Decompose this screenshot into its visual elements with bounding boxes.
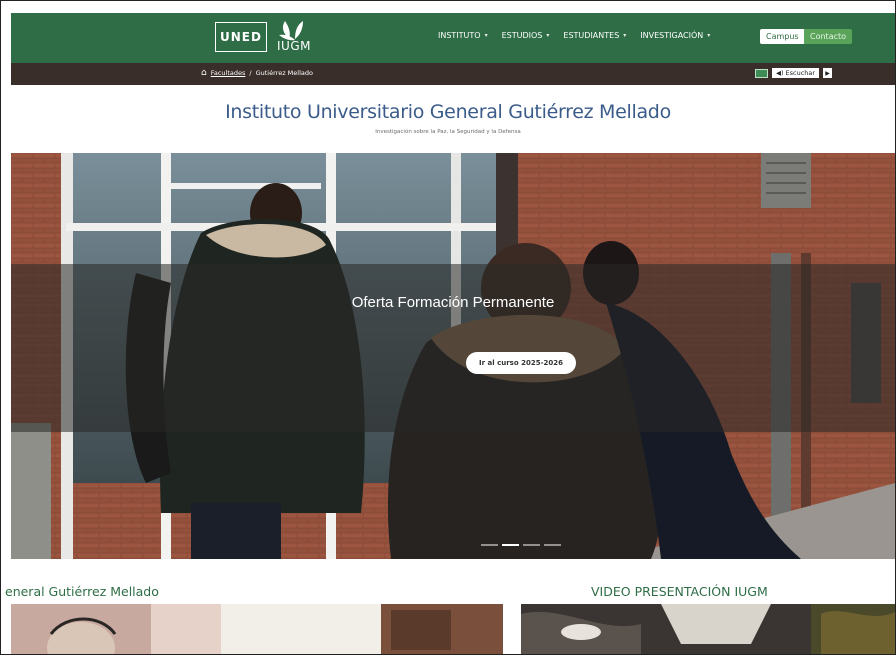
carousel-indicators — [481, 544, 561, 546]
nav-item-label: ESTUDIOS — [501, 31, 543, 40]
nav-item-label: INSTITUTO — [438, 31, 481, 40]
home-icon[interactable]: ⌂ — [201, 69, 207, 78]
readspeaker-widget: ◀) Escuchar ▶ — [755, 68, 833, 78]
nav-item-label: INVESTIGACIÓN — [640, 31, 704, 40]
page-title: Instituto Universitario General Gutiérre… — [225, 101, 671, 123]
breadcrumb: ⌂ Facultades / Gutiérrez Mellado — [201, 69, 313, 78]
section-heading-video: VIDEO PRESENTACIÓN IUGM — [591, 584, 768, 599]
nav-item-instituto[interactable]: INSTITUTO ▾ — [438, 31, 488, 40]
breadcrumb-link-facultades[interactable]: Facultades — [211, 69, 246, 77]
chevron-down-icon: ▾ — [484, 32, 488, 39]
video-thumbnail[interactable] — [521, 604, 895, 654]
hero-title: Oferta Formación Permanente — [351, 294, 555, 311]
iugm-logo-text[interactable]: IUGM — [277, 39, 311, 53]
listen-button[interactable]: ◀) Escuchar — [772, 68, 820, 78]
page-subtitle: Investigación sobre la Paz, la Seguridad… — [375, 129, 521, 135]
director-photo[interactable] — [11, 604, 503, 654]
carousel-dot[interactable] — [523, 544, 540, 546]
play-icon[interactable]: ▶ — [823, 68, 833, 78]
uned-logo[interactable]: UNED — [215, 22, 267, 52]
section-heading-director: eneral Gutiérrez Mellado — [5, 584, 159, 599]
carousel-dot-active[interactable] — [502, 544, 519, 546]
chevron-down-icon: ▾ — [707, 32, 711, 39]
language-flag-icon[interactable] — [755, 68, 768, 78]
contacto-button[interactable]: Contacto — [804, 29, 853, 44]
hero-cta-button[interactable]: Ir al curso 2025-2026 — [466, 352, 576, 374]
hero-overlay — [11, 264, 895, 432]
nav-item-estudiantes[interactable]: ESTUDIANTES ▾ — [563, 31, 626, 40]
hero-carousel[interactable]: Oferta Formación Permanente Ir al curso … — [11, 153, 895, 559]
speaker-icon: ◀) — [776, 69, 784, 77]
carousel-dot[interactable] — [544, 544, 561, 546]
breadcrumb-separator: / — [249, 69, 252, 77]
browser-viewport: UNED IUGM INSTITUTO ▾ ESTUDIOS ▾ ESTUDIA… — [0, 0, 896, 655]
carousel-dot[interactable] — [481, 544, 498, 546]
campus-button[interactable]: Campus — [760, 29, 805, 44]
nav-item-estudios[interactable]: ESTUDIOS ▾ — [502, 31, 550, 40]
breadcrumb-current: Gutiérrez Mellado — [255, 69, 313, 77]
main-nav: INSTITUTO ▾ ESTUDIOS ▾ ESTUDIANTES ▾ INV… — [438, 31, 724, 40]
director-photo-image — [11, 604, 503, 654]
video-thumbnail-image — [521, 604, 895, 654]
chevron-down-icon: ▾ — [623, 32, 627, 39]
chevron-down-icon: ▾ — [546, 32, 550, 39]
listen-label: Escuchar — [785, 69, 816, 77]
top-navbar: UNED IUGM INSTITUTO ▾ ESTUDIOS ▾ ESTUDIA… — [11, 13, 895, 63]
iugm-leaf-icon — [279, 21, 303, 41]
breadcrumb-bar: ⌂ Facultades / Gutiérrez Mellado ◀) Escu… — [11, 63, 895, 85]
nav-item-investigacion[interactable]: INVESTIGACIÓN ▾ — [640, 31, 710, 40]
nav-item-label: ESTUDIANTES — [563, 31, 620, 40]
